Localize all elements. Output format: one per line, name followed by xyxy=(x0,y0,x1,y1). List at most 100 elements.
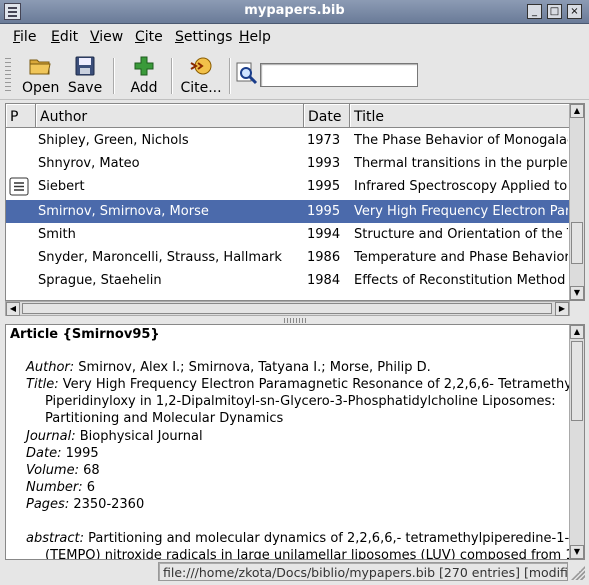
floppy-icon xyxy=(75,56,95,76)
table-vertical-scrollbar[interactable]: ▲ ▼ xyxy=(569,104,584,300)
journal-field: Journal: Biophysical Journal xyxy=(26,429,203,444)
cell-title: Structure and Orientation of the Tran xyxy=(354,227,568,242)
entry-table: P Author Date Title Shipley, Green, Nich… xyxy=(5,103,585,301)
cite-icon xyxy=(190,57,212,75)
scroll-up-arrow[interactable]: ▲ xyxy=(570,325,584,339)
add-label: Add xyxy=(130,80,158,96)
header-author[interactable]: Author xyxy=(36,104,304,128)
cell-title: Thermal transitions in the purple mem xyxy=(354,156,568,171)
cell-title: Effects of Reconstitution Method on xyxy=(354,273,568,288)
scroll-up-arrow[interactable]: ▲ xyxy=(570,104,584,118)
date-field: Date: 1995 xyxy=(26,446,99,461)
abstract-value: Partitioning and molecular dynamics of 2… xyxy=(88,531,585,546)
menu-bar: File Edit View Cite Settings Help xyxy=(0,25,589,49)
table-row[interactable]: Smith 1994 Structure and Orientation of … xyxy=(6,223,570,246)
menu-edit[interactable]: Edit xyxy=(51,29,78,45)
folder-icon xyxy=(29,59,51,75)
volume-value: 68 xyxy=(83,463,100,478)
maximize-button[interactable]: □ xyxy=(547,4,562,19)
status-bar: file:///home/zkota/Docs/biblio/mypapers.… xyxy=(158,562,568,581)
cell-date: 1973 xyxy=(307,133,341,148)
number-label: Number: xyxy=(26,480,83,495)
table-horizontal-scrollbar[interactable]: ◀ ▶ xyxy=(5,301,570,316)
menu-settings[interactable]: Settings xyxy=(175,29,232,45)
title-value-line2: Piperidinyloxy in 1,2-Dipalmitoyl-sn-Gly… xyxy=(45,394,556,409)
header-date[interactable]: Date xyxy=(304,104,350,128)
journal-label: Journal: xyxy=(26,429,76,444)
cell-author: Smith xyxy=(38,227,76,242)
pane-splitter[interactable] xyxy=(284,318,308,323)
cell-author: Shnyrov, Mateo xyxy=(38,156,140,171)
header-title[interactable]: Title xyxy=(350,104,572,128)
menu-file[interactable]: File xyxy=(13,29,36,45)
toolbar-separator xyxy=(229,58,231,94)
scroll-down-arrow[interactable]: ▼ xyxy=(570,545,584,559)
title-label: Title: xyxy=(26,377,59,392)
journal-value: Biophysical Journal xyxy=(79,429,203,444)
document-icon xyxy=(9,177,29,196)
toolbar-grip[interactable] xyxy=(5,58,11,92)
abstract-value-line2: (TEMPO) nitroxide radicals in large unil… xyxy=(45,548,585,560)
table-row-selected[interactable]: Smirnov, Smirnova, Morse 1995 Very High … xyxy=(6,200,570,223)
table-row[interactable]: Shnyrov, Mateo 1993 Thermal transitions … xyxy=(6,152,570,175)
save-label: Save xyxy=(67,80,103,96)
toolbar-separator xyxy=(113,58,115,94)
title-value-line3: Partitioning and Molecular Dynamics xyxy=(45,411,284,426)
scroll-down-arrow[interactable]: ▼ xyxy=(570,286,584,300)
add-button[interactable]: Add xyxy=(126,54,162,96)
author-label: Author: xyxy=(26,360,75,375)
open-label: Open xyxy=(22,80,60,96)
cell-date: 1986 xyxy=(307,250,341,265)
cell-title: Very High Frequency Electron Param xyxy=(354,204,568,219)
cell-date: 1995 xyxy=(307,204,341,219)
resize-grip[interactable] xyxy=(571,566,585,580)
scroll-thumb[interactable] xyxy=(571,222,583,264)
cell-date: 1995 xyxy=(307,179,341,194)
pages-label: Pages: xyxy=(26,497,70,512)
abstract-label: abstract: xyxy=(26,531,85,546)
save-button[interactable]: Save xyxy=(67,54,103,96)
entry-heading: Article {Smirnov95} xyxy=(10,327,160,342)
open-button[interactable]: Open xyxy=(22,54,60,96)
table-row[interactable]: Shipley, Green, Nichols 1973 The Phase B… xyxy=(6,129,570,152)
cell-author: Sprague, Staehelin xyxy=(38,273,162,288)
table-row[interactable]: Sprague, Staehelin 1984 Effects of Recon… xyxy=(6,269,570,292)
scroll-thumb[interactable] xyxy=(571,341,583,421)
cell-date: 1994 xyxy=(307,227,341,242)
window-title: mypapers.bib xyxy=(244,3,345,18)
table-row[interactable]: Siebert 1995 Infrared Spectroscopy Appli… xyxy=(6,175,570,198)
scroll-thumb-horizontal[interactable] xyxy=(22,303,552,314)
scroll-left-arrow[interactable]: ◀ xyxy=(6,302,20,316)
cite-button[interactable]: Cite... xyxy=(180,54,222,96)
table-row[interactable]: Snyder, Maroncelli, Strauss, Hallmark 19… xyxy=(6,246,570,269)
entry-detail-view: Article {Smirnov95} Author: Smirnov, Ale… xyxy=(5,324,585,560)
search-icon xyxy=(236,62,258,85)
pages-field: Pages: 2350-2360 xyxy=(26,497,144,512)
title-field: Title: Very High Frequency Electron Para… xyxy=(26,377,585,392)
cell-author: Shipley, Green, Nichols xyxy=(38,133,189,148)
plus-icon xyxy=(134,56,154,76)
volume-label: Volume: xyxy=(26,463,79,478)
header-p[interactable]: P xyxy=(6,104,36,128)
scroll-right-arrow[interactable]: ▶ xyxy=(555,302,569,316)
toolbar-separator xyxy=(171,58,173,94)
menu-view[interactable]: View xyxy=(90,29,123,45)
search-input[interactable] xyxy=(260,63,418,87)
volume-field: Volume: 68 xyxy=(26,463,100,478)
close-button[interactable]: × xyxy=(567,4,582,19)
menu-cite[interactable]: Cite xyxy=(135,29,163,45)
date-value: 1995 xyxy=(65,446,99,461)
author-value: Smirnov, Alex I.; Smirnova, Tatyana I.; … xyxy=(78,360,431,375)
title-value: Very High Frequency Electron Paramagneti… xyxy=(62,377,585,392)
cite-label: Cite... xyxy=(180,80,222,96)
cell-title: The Phase Behavior of Monogalactos xyxy=(354,133,568,148)
cell-title: Temperature and Phase Behavior of xyxy=(354,250,568,265)
table-row-partial[interactable] xyxy=(6,292,570,300)
minimize-button[interactable]: _ xyxy=(527,4,542,19)
cell-author: Smirnov, Smirnova, Morse xyxy=(38,204,209,219)
title-bar: mypapers.bib _ □ × xyxy=(0,0,589,24)
detail-vertical-scrollbar[interactable]: ▲ ▼ xyxy=(569,325,584,559)
menu-help[interactable]: Help xyxy=(239,29,271,45)
date-label: Date: xyxy=(26,446,62,461)
author-field: Author: Smirnov, Alex I.; Smirnova, Taty… xyxy=(26,360,431,375)
